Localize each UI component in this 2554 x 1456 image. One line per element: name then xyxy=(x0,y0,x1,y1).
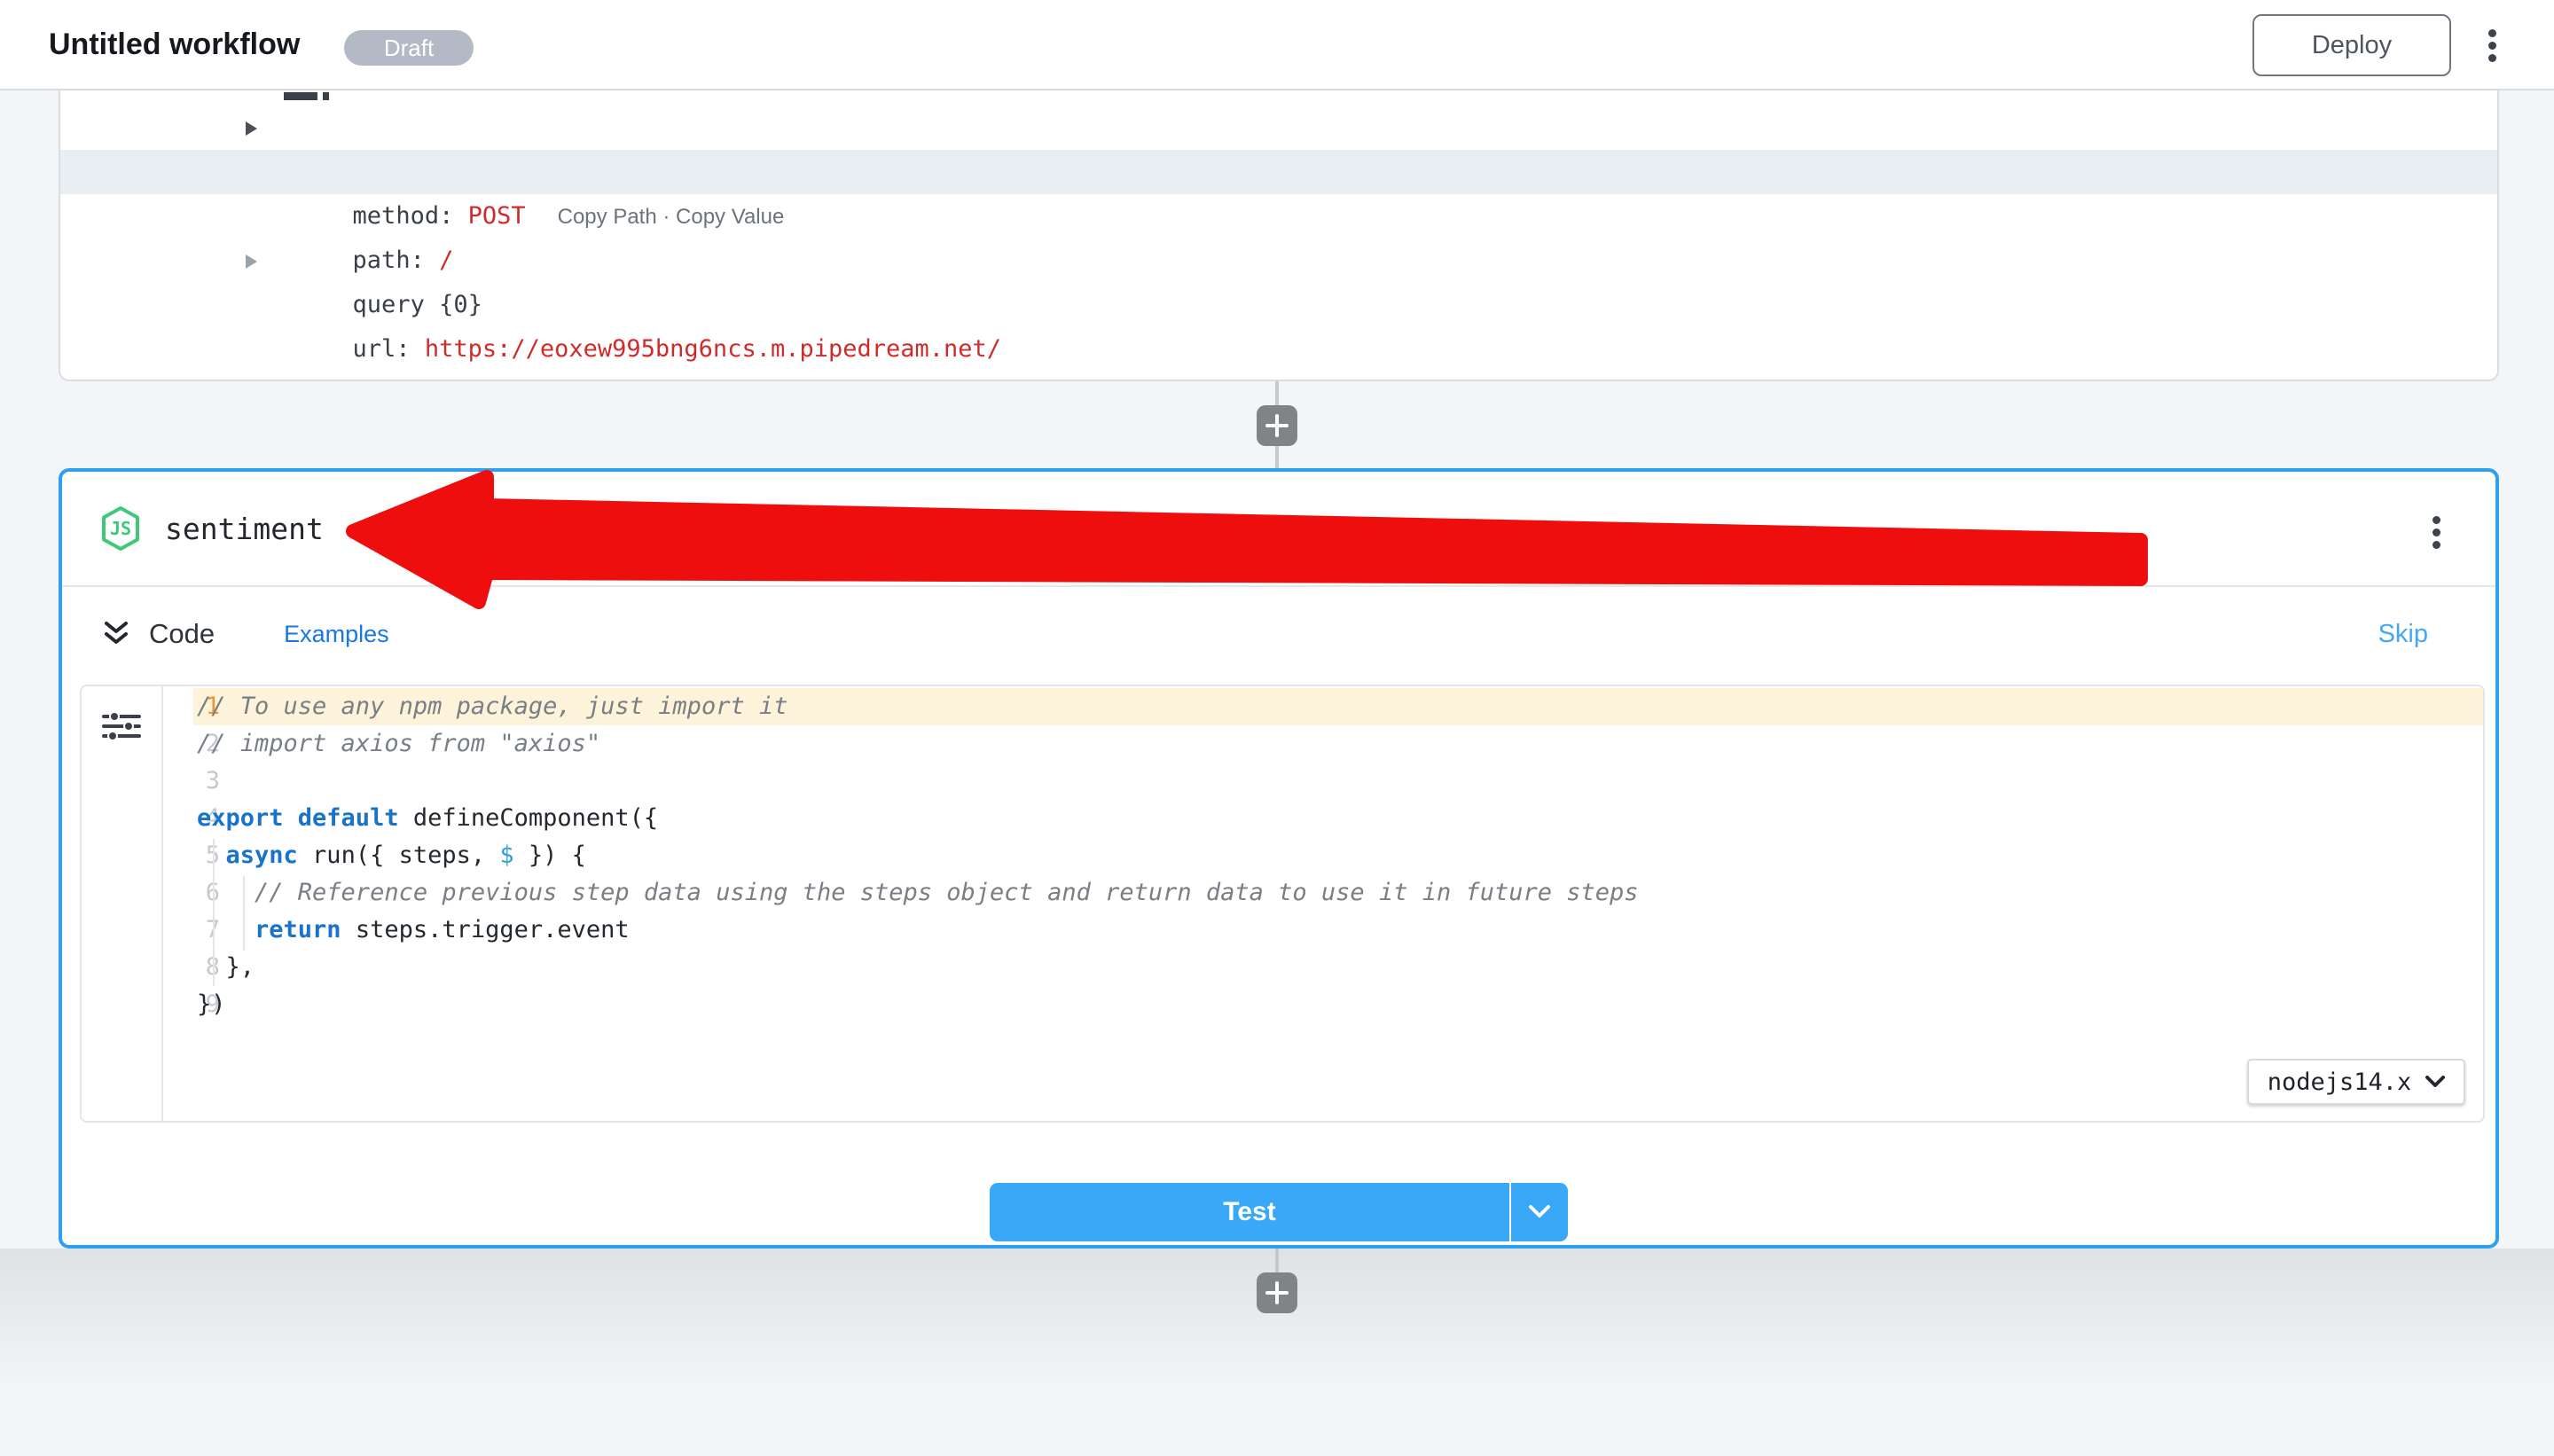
tree-row-query[interactable]: query {0} xyxy=(60,239,2497,283)
add-step-button[interactable] xyxy=(1257,1272,1297,1313)
add-step-button[interactable] xyxy=(1257,405,1297,446)
step-header: JS sentiment xyxy=(62,472,2495,585)
runtime-value: nodejs14.x xyxy=(2268,1069,2412,1096)
code-section-label: Code xyxy=(149,618,215,650)
tree-row-method[interactable]: method: POSTCopy Path · Copy Value xyxy=(60,150,2497,194)
workflow-menu-icon[interactable] xyxy=(2488,29,2496,62)
step-menu-icon[interactable] xyxy=(2433,516,2440,549)
status-badge: Draft xyxy=(344,30,474,66)
test-button[interactable]: Test xyxy=(990,1183,1509,1241)
runtime-select[interactable]: nodejs14.x xyxy=(2247,1059,2465,1105)
code-editor[interactable]: 1 2 3 4 5 6 7 8 9 // To use any npm pack… xyxy=(80,685,2485,1123)
test-options-button[interactable] xyxy=(1509,1183,1568,1241)
code-line-1: // To use any npm package, just import i… xyxy=(197,688,2483,725)
code-line-3 xyxy=(197,763,2483,800)
code-line-7: return steps.trigger.event xyxy=(197,912,2483,949)
chevron-down-icon xyxy=(1528,1205,1551,1219)
code-line-2: // import axios from "axios" xyxy=(197,725,2483,763)
clipped-row-fragment xyxy=(323,92,329,100)
tree-row-path[interactable]: path: / xyxy=(60,194,2497,239)
chevron-down-icon xyxy=(2425,1076,2445,1088)
top-bar: Untitled workflow Draft Deploy xyxy=(0,0,2554,90)
plus-icon xyxy=(1265,414,1289,437)
code-line-8: }, xyxy=(197,949,2483,986)
code-line-5: async run({ steps, $ }) { xyxy=(197,837,2483,874)
step-panel-sentiment: JS sentiment Code Examples Skip xyxy=(59,468,2499,1249)
editor-settings-sliders-icon[interactable] xyxy=(102,710,141,742)
tree-row-url[interactable]: url: https://eoxew995bng6ncs.m.pipedream… xyxy=(60,283,2497,327)
code-line-6: // Reference previous step data using th… xyxy=(197,874,2483,912)
collapse-double-chevron-icon[interactable] xyxy=(103,620,129,648)
nodejs-js-icon: JS xyxy=(99,505,142,552)
code-line-4: export default defineComponent({ xyxy=(197,800,2483,837)
pipedream-workflow-editor: Untitled workflow Draft Deploy headers {… xyxy=(0,0,2554,1456)
workflow-title: Untitled workflow xyxy=(49,0,300,89)
deploy-button[interactable]: Deploy xyxy=(2252,14,2451,76)
skip-link[interactable]: Skip xyxy=(2378,620,2428,649)
step-name[interactable]: sentiment xyxy=(165,512,324,546)
expand-arrow-icon[interactable] xyxy=(246,121,257,136)
svg-text:JS: JS xyxy=(110,518,131,539)
expand-arrow-icon[interactable] xyxy=(246,254,257,269)
trigger-result-panel: headers {5} method: POSTCopy Path · Copy… xyxy=(59,90,2499,381)
plus-icon xyxy=(1265,1281,1289,1304)
clipped-row-fragment xyxy=(284,92,317,100)
code-section-row: Code Examples Skip xyxy=(62,587,2495,681)
examples-link[interactable]: Examples xyxy=(284,621,389,648)
code-line-9: }) xyxy=(197,986,2483,1023)
url-value: https://eoxew995bng6ncs.m.pipedream.net/ xyxy=(425,335,1001,363)
test-split-button[interactable]: Test xyxy=(990,1183,1568,1241)
tree-row-headers[interactable]: headers {5} xyxy=(60,106,2497,150)
